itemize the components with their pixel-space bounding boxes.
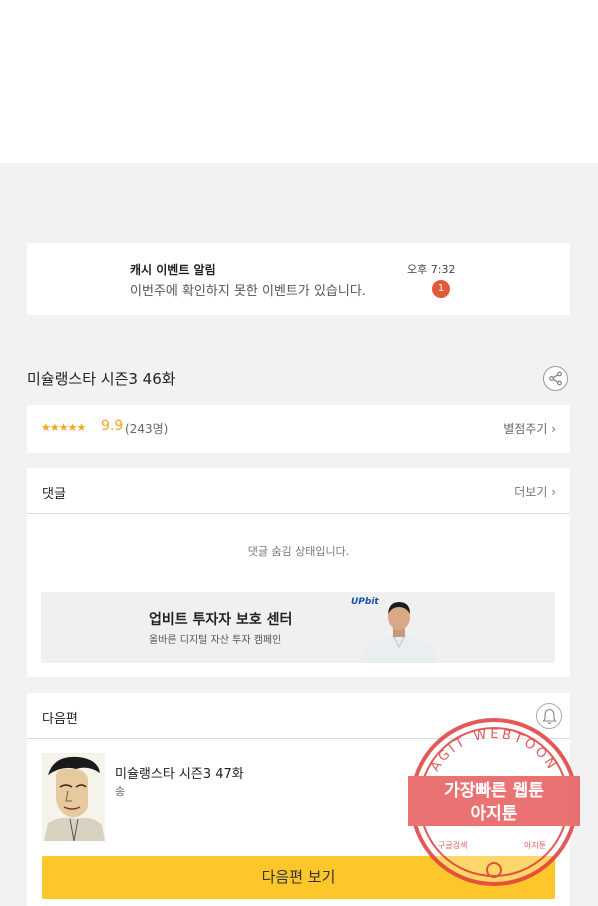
next-episode-title: 미슐랭스타 시즌3 47화 xyxy=(115,767,244,782)
notification-title: 캐시 이벤트 알림 xyxy=(130,263,216,277)
share-button[interactable] xyxy=(543,366,568,391)
ad-person-image xyxy=(359,602,439,663)
watermark-stamp: AGIT WEBTOON 가장빠른 웹툰 아지툰 구글검색 아지툰 xyxy=(408,718,580,886)
event-notification[interactable]: 캐시 이벤트 알림 이번주에 확인하지 못한 이벤트가 있습니다. 오후 7:3… xyxy=(27,243,570,315)
comments-hidden-message: 댓글 숨김 상태입니다. xyxy=(247,545,350,558)
svg-text:아지툰: 아지툰 xyxy=(471,804,518,824)
comments-label: 댓글 xyxy=(42,487,66,502)
svg-text:아지툰: 아지툰 xyxy=(524,840,546,850)
rating-score: 9.9 xyxy=(101,418,124,434)
rating-bar: ★★★★★ 9.9 (243명) 별점주기 › xyxy=(27,405,570,453)
svg-text:가장빠른 웹툰: 가장빠른 웹툰 xyxy=(444,781,544,801)
next-label: 다음편 xyxy=(42,712,78,727)
comments-more-link[interactable]: 더보기 › xyxy=(514,483,556,500)
ad-banner[interactable]: 업비트 투자자 보호 센터 올바른 디지털 자산 투자 캠페인 UPbit xyxy=(41,592,555,663)
ad-subtitle: 올바른 디지털 자산 투자 캠페인 xyxy=(149,635,282,646)
comic-character-image xyxy=(44,756,105,841)
svg-text:구글검색: 구글검색 xyxy=(438,840,467,850)
share-icon xyxy=(549,371,562,386)
rating-stars: ★★★★★ xyxy=(41,421,86,434)
rating-count: (243명) xyxy=(125,422,169,436)
notification-time: 오후 7:32 xyxy=(407,263,456,276)
next-episode-thumbnail[interactable] xyxy=(42,753,105,841)
episode-title: 미슐랭스타 시즌3 46화 xyxy=(27,370,176,388)
comments-section: 댓글 더보기 › 댓글 숨김 상태입니다. 업비트 투자자 보호 센터 올바른 … xyxy=(27,468,570,677)
notification-message: 이번주에 확인하지 못한 이벤트가 있습니다. xyxy=(130,284,366,299)
ad-title: 업비트 투자자 보호 센터 xyxy=(149,612,293,628)
next-episode-author: 송 xyxy=(115,785,126,798)
notification-badge: 1 xyxy=(432,280,450,298)
comments-header: 댓글 더보기 › xyxy=(27,468,570,514)
top-blank-area xyxy=(0,0,598,163)
rate-button[interactable]: 별점주기 › xyxy=(503,420,556,437)
